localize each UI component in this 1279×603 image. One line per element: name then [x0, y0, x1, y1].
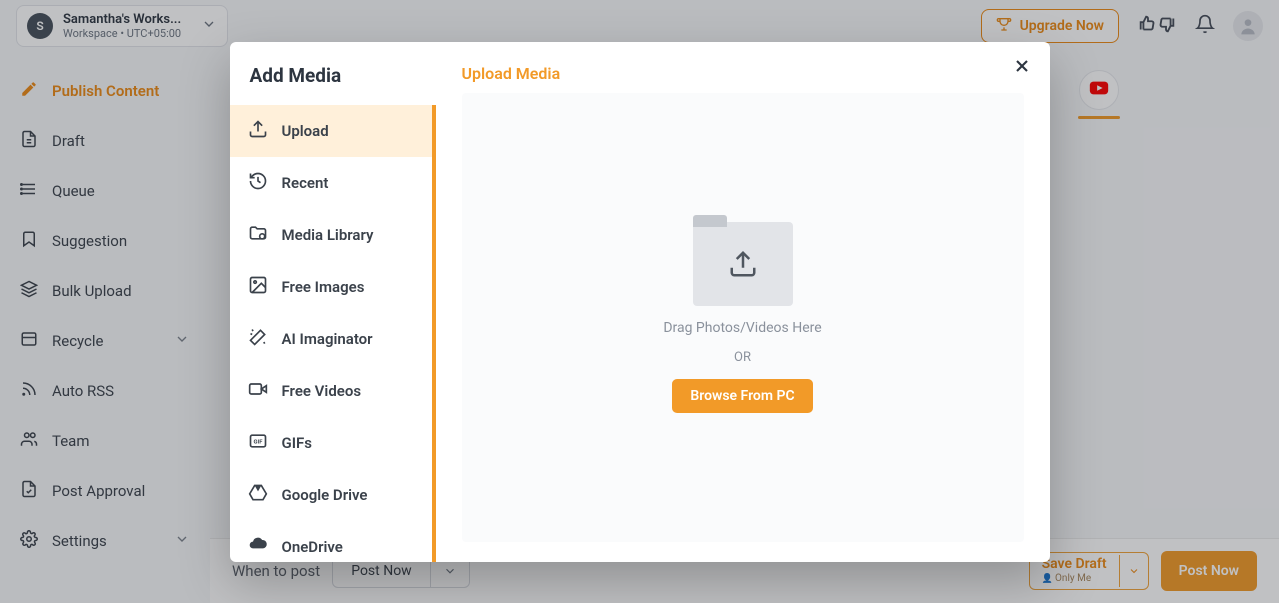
modal-nav-media-library[interactable]: Media Library	[230, 209, 432, 261]
modal-nav-label: Upload	[282, 122, 329, 140]
modal-nav-label: Google Drive	[282, 486, 368, 504]
modal-nav-label: Media Library	[282, 226, 374, 244]
modal-nav-label: Recent	[282, 174, 329, 192]
modal-nav: Upload Recent Media Library Free Images	[230, 105, 436, 562]
modal-nav-upload[interactable]: Upload	[230, 105, 432, 157]
video-icon	[248, 379, 268, 403]
magic-wand-icon	[248, 327, 268, 351]
svg-text:GIF: GIF	[253, 440, 263, 446]
modal-overlay: Add Media Upload Recent Media Library	[0, 0, 1279, 603]
media-library-icon	[248, 223, 268, 247]
modal-nav-ai-imaginator[interactable]: AI Imaginator	[230, 313, 432, 365]
modal-nav-free-videos[interactable]: Free Videos	[230, 365, 432, 417]
modal-nav-recent[interactable]: Recent	[230, 157, 432, 209]
modal-nav-free-images[interactable]: Free Images	[230, 261, 432, 313]
modal-nav-onedrive[interactable]: OneDrive	[230, 521, 432, 562]
modal-nav-label: GIFs	[282, 434, 313, 452]
gif-icon: GIF	[248, 431, 268, 455]
image-icon	[248, 275, 268, 299]
upload-icon	[248, 119, 268, 143]
modal-nav-gifs[interactable]: GIF GIFs	[230, 417, 432, 469]
google-drive-icon	[248, 483, 268, 507]
modal-nav-label: Free Videos	[282, 382, 362, 400]
history-icon	[248, 171, 268, 195]
drag-instruction-text: Drag Photos/Videos Here	[663, 320, 821, 336]
upload-drop-zone[interactable]: Drag Photos/Videos Here OR Browse From P…	[462, 93, 1024, 542]
close-button[interactable]	[1012, 56, 1032, 80]
modal-title: Add Media	[230, 42, 436, 105]
modal-section-title: Upload Media	[462, 64, 1024, 83]
folder-icon	[693, 222, 793, 306]
or-divider-text: OR	[734, 350, 751, 365]
modal-nav-label: Free Images	[282, 278, 365, 296]
modal-nav-label: OneDrive	[282, 538, 343, 556]
browse-from-pc-button[interactable]: Browse From PC	[672, 379, 812, 413]
onedrive-icon	[248, 535, 268, 559]
modal-nav-google-drive[interactable]: Google Drive	[230, 469, 432, 521]
modal-nav-label: AI Imaginator	[282, 330, 373, 348]
add-media-modal: Add Media Upload Recent Media Library	[230, 42, 1050, 562]
